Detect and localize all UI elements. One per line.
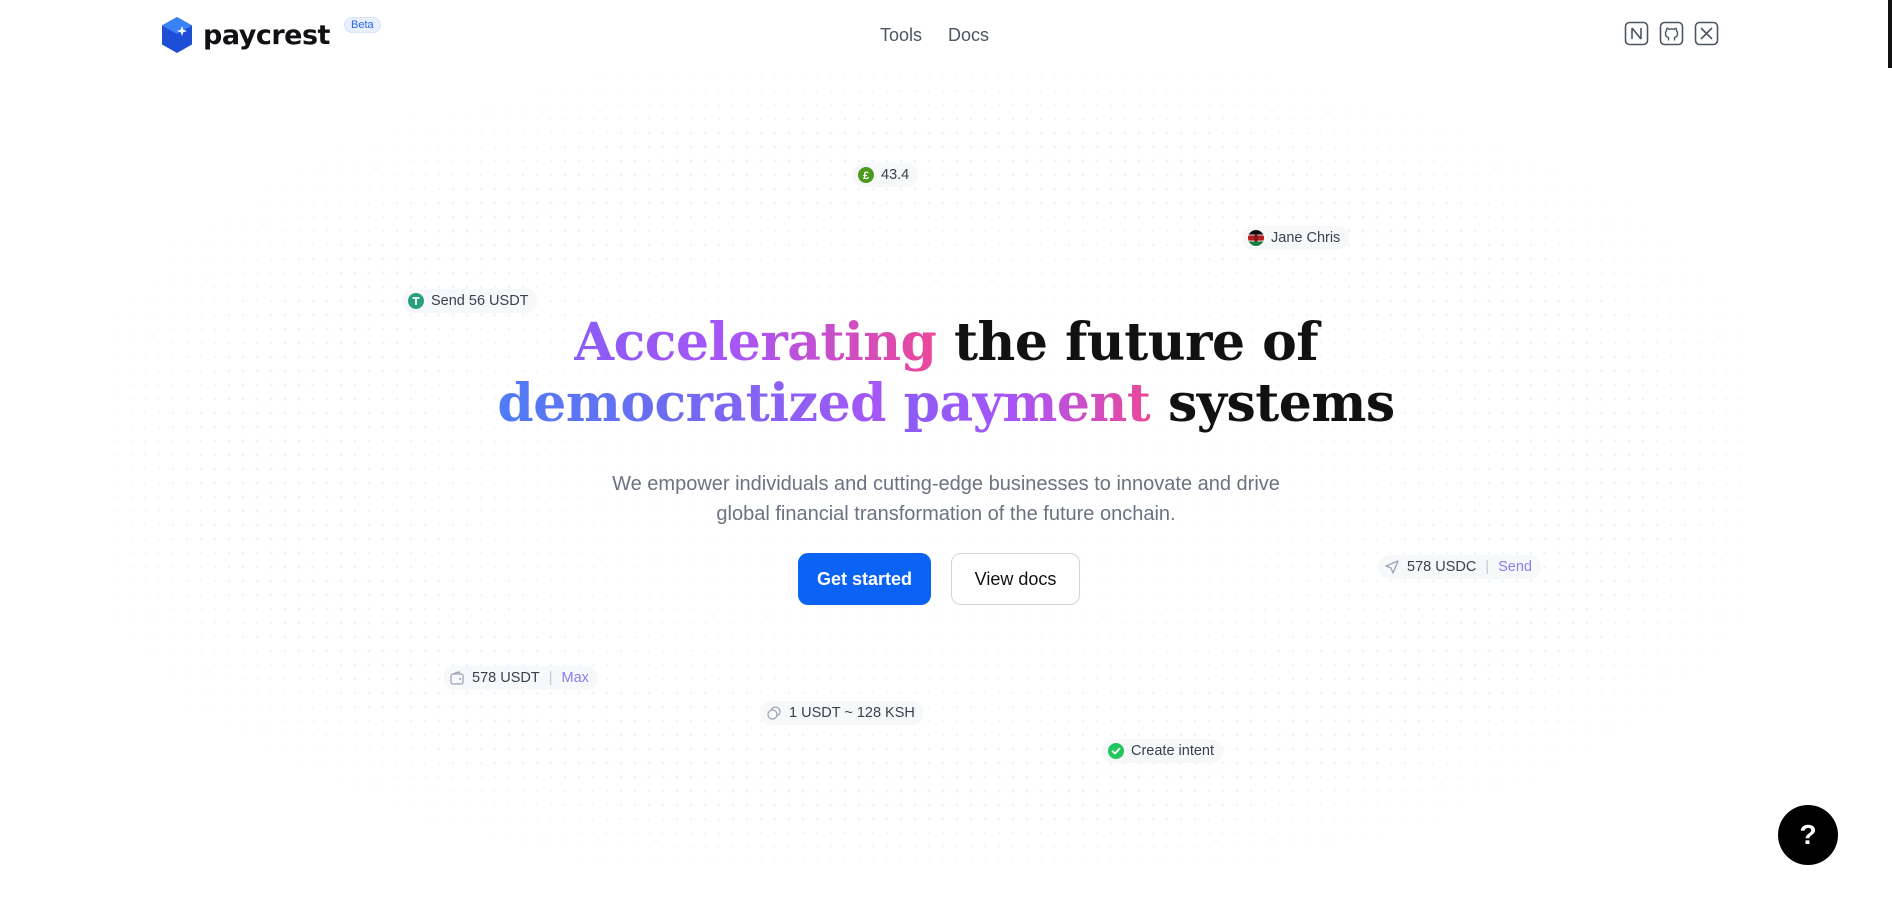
send-icon <box>1384 559 1400 575</box>
usdc-send-chip: 578 USDC | Send <box>1378 555 1541 579</box>
exchange-rate-chip: 1 USDT ~ 128 KSH <box>760 701 924 725</box>
hero-subtitle: We empower individuals and cutting-edge … <box>546 469 1346 529</box>
chip-divider: | <box>1485 559 1490 575</box>
usdc-send-action[interactable]: Send <box>1498 559 1532 575</box>
help-button[interactable]: ? <box>1778 805 1838 865</box>
gbp-rate-chip: £ 43.4 <box>852 163 919 187</box>
social-links <box>1624 21 1719 46</box>
beta-badge: Beta <box>344 17 381 33</box>
notion-icon <box>1624 21 1649 46</box>
chip-divider: | <box>548 670 553 686</box>
usdt-balance-chip: 578 USDT | Max <box>443 666 598 690</box>
hero-title: Accelerating the future of democratized … <box>0 312 1892 434</box>
brand-logo[interactable]: paycrest Beta <box>160 16 381 54</box>
create-intent-chip: Create intent <box>1102 739 1224 763</box>
hero-title-text-1: the future of <box>936 312 1319 373</box>
site-header: paycrest Beta Tools Docs <box>0 0 1892 70</box>
hero-subtitle-line-2: global financial transformation of the f… <box>716 503 1176 525</box>
hero-title-highlight-1: Accelerating <box>573 312 937 373</box>
kenya-flag-icon <box>1248 230 1264 246</box>
scrollbar-thumb[interactable] <box>1888 0 1892 68</box>
check-circle-icon <box>1108 743 1124 759</box>
view-docs-button[interactable]: View docs <box>951 553 1080 605</box>
paycrest-logo-icon <box>162 17 192 53</box>
create-intent-label: Create intent <box>1131 743 1215 759</box>
hero-title-highlight-3: payment <box>903 373 1151 434</box>
nav-item-docs[interactable]: Docs <box>948 25 989 46</box>
usdc-amount: 578 USDC <box>1407 559 1477 575</box>
tether-icon <box>408 293 424 309</box>
send-usdt-chip: Send 56 USDT <box>402 289 538 313</box>
nav-item-tools[interactable]: Tools <box>880 25 922 46</box>
pound-icon: £ <box>858 167 874 183</box>
hero-title-highlight-2: democratized <box>497 373 887 434</box>
contact-name: Jane Chris <box>1271 230 1341 246</box>
usdt-balance-amount: 578 USDT <box>472 670 540 686</box>
usdt-max-action[interactable]: Max <box>561 670 588 686</box>
main-nav: Tools Docs <box>880 25 989 46</box>
x-link[interactable] <box>1694 21 1719 46</box>
contact-chip: Jane Chris <box>1242 226 1350 250</box>
get-started-button[interactable]: Get started <box>798 553 931 605</box>
svg-text:£: £ <box>863 170 869 182</box>
hero-title-text-2: systems <box>1150 373 1395 434</box>
brand-name: paycrest <box>203 19 330 51</box>
hero-subtitle-line-1: We empower individuals and cutting-edge … <box>612 473 1280 495</box>
exchange-icon <box>766 705 782 721</box>
exchange-rate-label: 1 USDT ~ 128 KSH <box>789 705 915 721</box>
send-usdt-label: Send 56 USDT <box>431 293 529 309</box>
x-icon <box>1694 21 1719 46</box>
github-icon <box>1659 21 1684 46</box>
github-link[interactable] <box>1659 21 1684 46</box>
notion-link[interactable] <box>1624 21 1649 46</box>
wallet-icon <box>449 670 465 686</box>
gbp-rate-value: 43.4 <box>881 167 910 183</box>
